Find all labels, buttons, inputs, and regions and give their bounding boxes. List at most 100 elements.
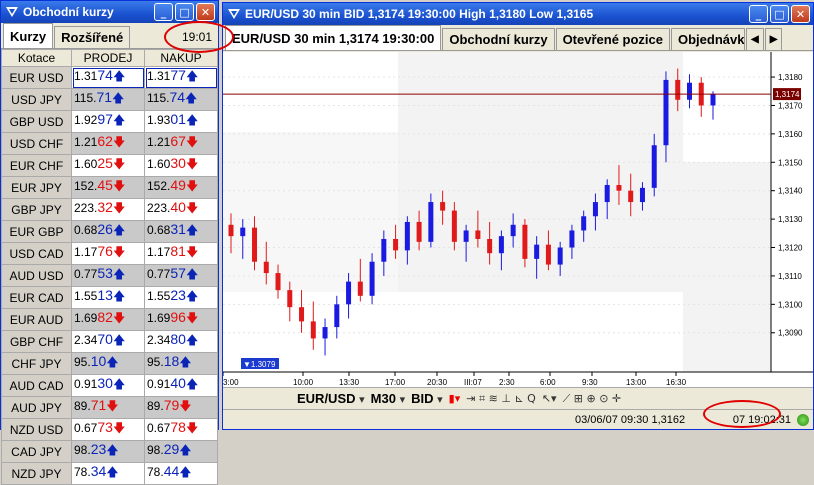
ask-cell[interactable]: 152.49🡇	[144, 176, 218, 199]
bid-cell[interactable]: 115.71🡅	[71, 88, 145, 111]
tab-obchodni-kurzy[interactable]: Obchodní kurzy	[442, 28, 555, 50]
bid-cell[interactable]: 223.32🡇	[71, 198, 145, 221]
bid-cell[interactable]: 1.6982🡇	[71, 308, 145, 331]
bid-cell[interactable]: 1.9297🡅	[71, 110, 145, 133]
table-row[interactable]: USD JPY 115.71🡅 115.74🡅	[1, 88, 218, 111]
bid-cell[interactable]: 1.6025🡇	[71, 154, 145, 177]
table-row[interactable]: CHF JPY 95.10🡅 95.18🡅	[1, 352, 218, 375]
bid-cell[interactable]: 1.3174🡅	[71, 66, 145, 89]
minimize-button[interactable]: _	[749, 5, 768, 23]
table-row[interactable]: NZD JPY 78.34🡅 78.44🡅	[1, 462, 218, 485]
ask-cell[interactable]: 95.18🡅	[144, 352, 218, 375]
side-select[interactable]: BID ▾	[411, 391, 443, 406]
symbol-cell[interactable]: USD JPY	[1, 88, 72, 111]
maximize-button[interactable]: □	[175, 3, 194, 21]
symbol-cell[interactable]: EUR JPY	[1, 176, 72, 199]
ask-cell[interactable]: 1.5523🡅	[144, 286, 218, 309]
table-row[interactable]: EUR JPY 152.45🡇 152.49🡇	[1, 176, 218, 199]
symbol-cell[interactable]: GBP CHF	[1, 330, 72, 353]
table-row[interactable]: USD CHF 1.2162🡇 1.2167🡇	[1, 132, 218, 155]
ask-cell[interactable]: 0.9140🡅	[144, 374, 218, 397]
table-row[interactable]: AUD CAD 0.9130🡅 0.9140🡅	[1, 374, 218, 397]
x-tick-label: 6:00	[540, 378, 556, 387]
maximize-button[interactable]: □	[770, 5, 789, 23]
table-row[interactable]: EUR GBP 0.6826🡅 0.6831🡅	[1, 220, 218, 243]
ask-cell[interactable]: 115.74🡅	[144, 88, 218, 111]
symbol-cell[interactable]: EUR CHF	[1, 154, 72, 177]
bid-cell[interactable]: 1.2162🡇	[71, 132, 145, 155]
cursor-icon[interactable]: ↖▾	[542, 392, 557, 405]
line-color-icon[interactable]: ▮▾	[449, 392, 461, 405]
ask-cell[interactable]: 89.79🡇	[144, 396, 218, 419]
ask-cell[interactable]: 223.40🡇	[144, 198, 218, 221]
quotes-titlebar[interactable]: Obchodní kurzy _ □ ✕	[1, 1, 218, 23]
period-select[interactable]: M30 ▾	[371, 391, 405, 406]
tab-kurzy[interactable]: Kurzy	[3, 23, 54, 48]
table-row[interactable]: EUR CHF 1.6025🡇 1.6030🡇	[1, 154, 218, 177]
tab-scroll-right-icon[interactable]: ▶	[764, 28, 783, 50]
col-kotace[interactable]: Kotace	[1, 49, 72, 67]
table-row[interactable]: GBP JPY 223.32🡇 223.40🡇	[1, 198, 218, 221]
ask-cell[interactable]: 0.7757🡅	[144, 264, 218, 287]
bid-cell[interactable]: 1.5513🡅	[71, 286, 145, 309]
symbol-cell[interactable]: EUR AUD	[1, 308, 72, 331]
tab-scroll-left-icon[interactable]: ◀	[746, 28, 764, 50]
bid-cell[interactable]: 0.7753🡅	[71, 264, 145, 287]
symbol-cell[interactable]: EUR GBP	[1, 220, 72, 243]
bid-cell[interactable]: 0.9130🡅	[71, 374, 145, 397]
ask-cell[interactable]: 0.6831🡅	[144, 220, 218, 243]
symbol-select[interactable]: EUR/USD ▾	[297, 391, 365, 406]
symbol-cell[interactable]: EUR CAD	[1, 286, 72, 309]
tab-chart[interactable]: EUR/USD 30 min 1,3174 19:30:00	[225, 25, 442, 50]
chart-titlebar[interactable]: EUR/USD 30 min BID 1,3174 19:30:00 High …	[223, 3, 813, 25]
tab-objednavka[interactable]: Objednávka	[671, 28, 745, 50]
ask-cell[interactable]: 1.6030🡇	[144, 154, 218, 177]
ask-cell[interactable]: 2.3480🡅	[144, 330, 218, 353]
ask-cell[interactable]: 1.3177🡅	[144, 66, 218, 89]
symbol-cell[interactable]: GBP USD	[1, 110, 72, 133]
ask-cell[interactable]: 1.9301🡅	[144, 110, 218, 133]
table-row[interactable]: GBP USD 1.9297🡅 1.9301🡅	[1, 110, 218, 133]
table-row[interactable]: GBP CHF 2.3470🡅 2.3480🡅	[1, 330, 218, 353]
table-row[interactable]: CAD JPY 98.23🡅 98.29🡅	[1, 440, 218, 463]
tool-icons[interactable]: ⇥ ⌗ ≋ ⊥ ⊾ Q	[466, 392, 536, 406]
bid-cell[interactable]: 98.23🡅	[71, 440, 145, 463]
ask-cell[interactable]: 78.44🡅	[144, 462, 218, 485]
close-button[interactable]: ✕	[791, 5, 810, 23]
ask-cell[interactable]: 98.29🡅	[144, 440, 218, 463]
drawing-tools-icon[interactable]: ⟋ ⊞ ⊕ ⊙ ✛	[563, 392, 622, 406]
bid-cell[interactable]: 152.45🡇	[71, 176, 145, 199]
col-prodej[interactable]: PRODEJ	[71, 49, 145, 67]
symbol-cell[interactable]: AUD JPY	[1, 396, 72, 419]
tab-otevrene-pozice[interactable]: Otevřené pozice	[555, 28, 670, 50]
symbol-cell[interactable]: USD CAD	[1, 242, 72, 265]
symbol-cell[interactable]: GBP JPY	[1, 198, 72, 221]
table-row[interactable]: AUD JPY 89.71🡇 89.79🡇	[1, 396, 218, 419]
close-button[interactable]: ✕	[196, 3, 215, 21]
symbol-cell[interactable]: CAD JPY	[1, 440, 72, 463]
table-row[interactable]: EUR CAD 1.5513🡅 1.5523🡅	[1, 286, 218, 309]
symbol-cell[interactable]: AUD USD	[1, 264, 72, 287]
bid-cell[interactable]: 1.1776🡇	[71, 242, 145, 265]
bid-cell[interactable]: 95.10🡅	[71, 352, 145, 375]
symbol-cell[interactable]: EUR USD	[1, 66, 72, 89]
ask-cell[interactable]: 1.6996🡇	[144, 308, 218, 331]
symbol-cell[interactable]: NZD JPY	[1, 462, 72, 485]
minimize-button[interactable]: _	[154, 3, 173, 21]
bid-cell[interactable]: 89.71🡇	[71, 396, 145, 419]
ask-cell[interactable]: 1.1781🡇	[144, 242, 218, 265]
table-row[interactable]: EUR USD 1.3174🡅 1.3177🡅	[1, 66, 218, 89]
price-chart[interactable]: 1,3180 1,3170 1,3160 1,3150 1,3140 1,3130 1,31…	[223, 52, 813, 392]
bid-cell[interactable]: 2.3470🡅	[71, 330, 145, 353]
symbol-cell[interactable]: AUD CAD	[1, 374, 72, 397]
symbol-cell[interactable]: USD CHF	[1, 132, 72, 155]
symbol-cell[interactable]: CHF JPY	[1, 352, 72, 375]
bid-cell[interactable]: 0.6826🡅	[71, 220, 145, 243]
table-row[interactable]: USD CAD 1.1776🡇 1.1781🡇	[1, 242, 218, 265]
ask-cell[interactable]: 1.2167🡇	[144, 132, 218, 155]
table-row[interactable]: EUR AUD 1.6982🡇 1.6996🡇	[1, 308, 218, 331]
table-row[interactable]: AUD USD 0.7753🡅 0.7757🡅	[1, 264, 218, 287]
arrow-up-icon: 🡅	[106, 355, 119, 369]
tab-rozsirene[interactable]: Rozšířené	[54, 26, 131, 48]
bid-cell[interactable]: 78.34🡅	[71, 462, 145, 485]
